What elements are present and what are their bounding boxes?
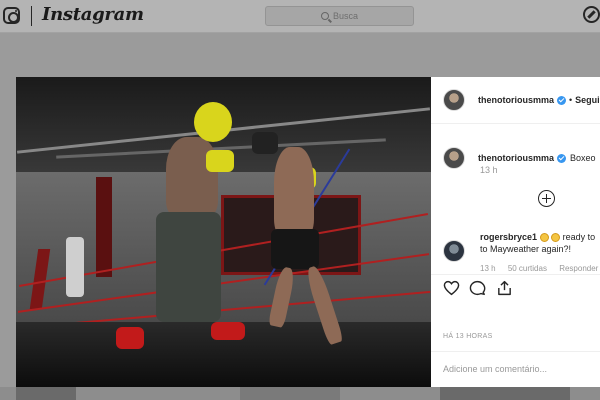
boxing-glove <box>206 150 234 172</box>
header-divider <box>431 123 600 124</box>
post-side-panel: thenotoriousmma • Seguir thenotoriousmma… <box>431 77 600 387</box>
comment-text-line2: to Mayweather again?! <box>480 244 572 254</box>
post-photo <box>16 77 431 387</box>
caption-username[interactable]: thenotoriousmma <box>478 153 554 163</box>
reply-button[interactable]: Responder <box>559 264 598 273</box>
plus-circle-icon[interactable] <box>538 190 555 207</box>
feed-thumbnail <box>440 387 570 400</box>
author-avatar[interactable] <box>443 147 465 169</box>
instagram-wordmark[interactable]: Instagram <box>42 4 144 25</box>
nav-divider <box>31 6 32 26</box>
boxing-shoe <box>116 327 144 349</box>
actions-divider <box>431 274 600 275</box>
feed-thumbnail <box>16 387 76 400</box>
boxing-shoe <box>211 322 245 340</box>
search-input[interactable]: Busca <box>265 6 414 26</box>
smile-emoji-icon <box>551 233 561 243</box>
caption-row: thenotoriousmma Boxeo <box>443 147 596 169</box>
verified-badge-icon <box>557 153 567 163</box>
compass-icon[interactable] <box>583 6 600 23</box>
posted-time: HÁ 13 HORAS <box>443 333 493 340</box>
headgear-yellow <box>194 102 232 142</box>
caption-text: Boxeo <box>570 153 596 163</box>
comment-body: rogersbryce1 ready to to Mayweather agai… <box>480 231 600 255</box>
follow-button[interactable]: Seguir <box>575 95 600 105</box>
verified-badge-icon <box>557 95 567 105</box>
post-header: thenotoriousmma • Seguir <box>443 89 600 111</box>
instagram-glyph-icon[interactable] <box>3 7 20 24</box>
search-icon <box>320 12 329 20</box>
fighter-left-torso <box>166 137 218 217</box>
share-icon[interactable] <box>496 280 513 296</box>
caption-time: 13 h <box>480 165 498 175</box>
top-nav: Instagram Busca <box>0 0 600 33</box>
comment-time: 13 h <box>480 264 496 273</box>
feed-thumbnail <box>240 387 340 400</box>
heart-icon[interactable] <box>443 280 460 296</box>
author-avatar[interactable] <box>443 89 465 111</box>
fighter-right-shorts <box>271 229 319 269</box>
comment-text-line1: ready to <box>562 232 596 242</box>
separator-dot: • <box>569 95 573 105</box>
comment-likes[interactable]: 50 curtidas <box>508 264 547 273</box>
action-bar <box>443 280 513 296</box>
comment-meta: 13 h 50 curtidas Responder <box>480 264 600 273</box>
commenter-avatar[interactable] <box>443 240 465 262</box>
comment-username[interactable]: rogersbryce1 <box>480 232 537 242</box>
comment-bubble-icon[interactable] <box>469 280 486 296</box>
background-person <box>66 237 84 297</box>
fighter-left-pants <box>156 212 221 322</box>
boxing-glove <box>252 132 278 154</box>
feed-thumbnails-strip <box>0 387 600 400</box>
author-username[interactable]: thenotoriousmma <box>478 95 554 105</box>
smile-emoji-icon <box>539 233 549 243</box>
search-placeholder: Busca <box>332 11 358 21</box>
wall-banner <box>96 177 112 277</box>
add-comment-input[interactable]: Adicione um comentário... <box>443 364 547 374</box>
comment-divider <box>431 351 600 352</box>
fighter-right-torso <box>274 147 314 237</box>
